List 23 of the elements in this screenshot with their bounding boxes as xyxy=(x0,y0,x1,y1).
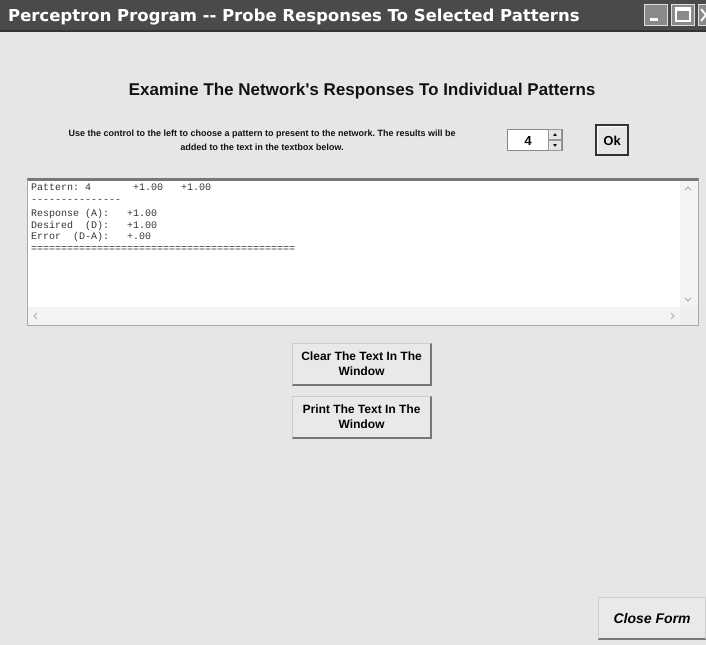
action-button[interactable]: Clear The Text In The Window xyxy=(292,343,432,386)
action-button[interactable]: Print The Text In The Window xyxy=(292,396,432,439)
output-line: --------------- xyxy=(31,194,122,206)
minimize-icon[interactable] xyxy=(644,4,668,26)
spin-up-icon[interactable] xyxy=(548,129,562,140)
heading: Examine The Network's Responses To Individual Patterns xyxy=(128,80,596,100)
vertical-scrollbar[interactable] xyxy=(680,181,698,307)
scrollbar-corner xyxy=(680,307,698,325)
output-line: Desired (D): +1.00 xyxy=(31,220,158,232)
ok-button[interactable]: Ok xyxy=(595,124,629,156)
output-line: Error (D-A): +.00 xyxy=(31,232,152,244)
close-form-button[interactable]: Close Form xyxy=(598,597,706,640)
horizontal-scrollbar[interactable] xyxy=(28,307,680,325)
close-icon[interactable] xyxy=(698,4,706,26)
spin-down-icon[interactable] xyxy=(548,140,562,151)
window-title: Perceptron Program -- Probe Responses To Selected Patterns xyxy=(8,6,580,24)
pattern-spinner[interactable]: 4 xyxy=(507,129,563,151)
maximize-icon[interactable] xyxy=(671,4,695,26)
instructions: Use the control to the left to choose a pattern to present to the network. The results will be added to the text in the textbox below. xyxy=(67,127,457,154)
output-textbox[interactable]: Pattern: 4 +1.00 +1.00 --------------- Response (A): +1.00 Desired (D): +1.00 Error (D-A): +.00 ============================================ xyxy=(27,178,699,326)
output-line: ============================================ xyxy=(31,244,296,255)
output-line: Response (A): +1.00 xyxy=(31,209,158,220)
output-line: Pattern: 4 +1.00 +1.00 xyxy=(31,183,212,194)
